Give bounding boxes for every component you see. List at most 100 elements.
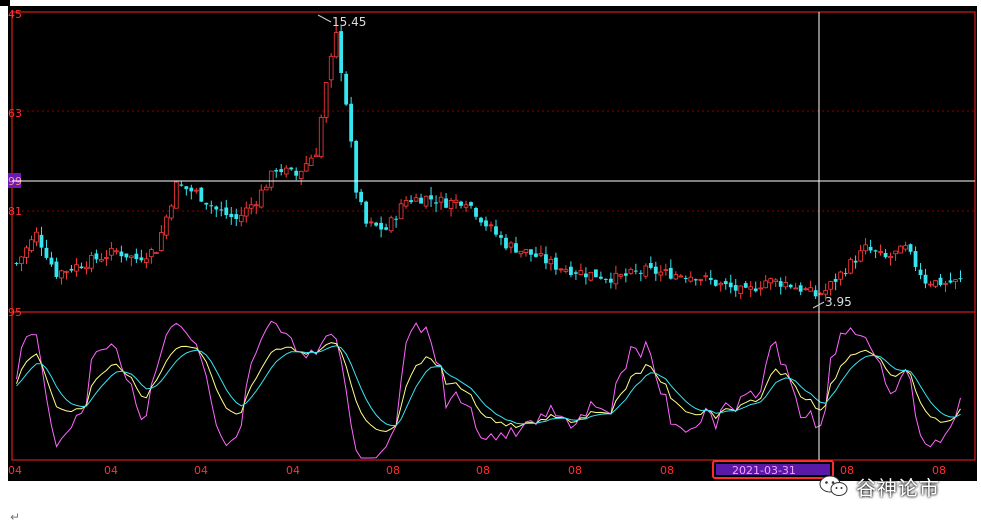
candle-body [958,278,963,280]
candle-body [823,290,828,295]
candle-body [858,250,863,262]
candle [898,245,903,254]
candle [313,147,319,158]
candle [219,201,224,217]
chart-area[interactable]: 45 63 99 81 95 15.45 3.95 04 04 04 04 08 [8,6,977,481]
candle-body [638,272,643,274]
candle-body [99,258,104,262]
candle-body [279,169,284,173]
candle [793,282,798,290]
candle [698,278,704,286]
candle [49,251,54,267]
max-price-annotation: 15.45 [317,14,366,29]
candle [563,265,569,274]
candle [933,280,938,288]
candle-body [913,251,918,267]
candle-body [708,277,713,280]
candle [474,206,478,220]
candle-body [34,231,39,243]
candle [139,249,144,263]
candle [448,197,454,217]
candle-body [484,220,488,227]
candle [653,261,658,281]
candle-body [434,202,438,204]
candle-body [713,279,718,286]
candle [398,199,404,220]
candle-body [419,197,423,204]
candle-body [129,255,134,259]
candle-body [114,250,119,253]
candle-body [718,282,724,286]
candle [808,280,813,292]
candle [174,180,179,209]
candle-body [354,140,359,193]
candle [494,219,498,237]
candle-body [773,279,778,283]
candle [508,241,514,254]
candle [263,184,269,191]
candle [89,251,94,273]
candle [459,200,463,209]
candle [499,231,503,246]
candle [668,259,673,280]
candle [388,215,394,233]
candle-body [333,32,339,58]
candle-body [778,281,783,287]
candle [199,186,204,203]
candle-body [563,269,569,272]
candle [828,280,833,296]
candle [703,272,709,282]
candle-body [438,196,444,203]
candle-body [648,263,653,268]
candle [558,268,564,273]
candle-body [19,256,24,264]
candle-body [628,268,634,274]
candle [394,215,398,228]
candle-body [893,250,898,255]
candle [888,252,893,266]
candle-body [189,187,194,192]
candle-body [179,184,184,186]
candle-body [613,272,619,285]
candle-body [479,217,483,223]
candle [238,207,244,227]
candle [868,239,873,254]
candle-body [548,258,554,265]
candle [444,193,448,209]
candle-body [139,257,144,261]
candle [154,251,159,254]
candle-body [394,218,398,220]
candle [384,223,389,231]
chart-svg[interactable]: 45 63 99 81 95 15.45 3.95 04 04 04 04 08 [8,6,977,481]
candle-body [144,258,149,263]
candle [544,246,548,270]
candle-body [593,269,598,278]
candle-body [224,207,229,216]
candle [838,270,843,286]
candle [683,275,688,283]
candle [833,273,838,291]
candle [114,248,119,255]
candle [308,154,314,166]
candle-body [294,170,299,176]
candle-body [413,197,419,202]
watermark: 谷神论市 [818,470,968,502]
candle [613,265,619,290]
candle-body [733,285,738,291]
candle-body [74,264,79,272]
candle [593,269,598,278]
candle [504,234,508,251]
candle [688,271,694,283]
candle-body [698,279,704,281]
candle-body [69,268,74,271]
candle-body [234,214,239,219]
candle-body [504,237,508,249]
candle-body [379,222,384,230]
candle-body [508,242,514,248]
candle [728,274,733,294]
candle-body [209,205,214,207]
candle [14,262,19,266]
candle [798,282,803,296]
candle-body [534,253,538,257]
candle [618,273,624,279]
